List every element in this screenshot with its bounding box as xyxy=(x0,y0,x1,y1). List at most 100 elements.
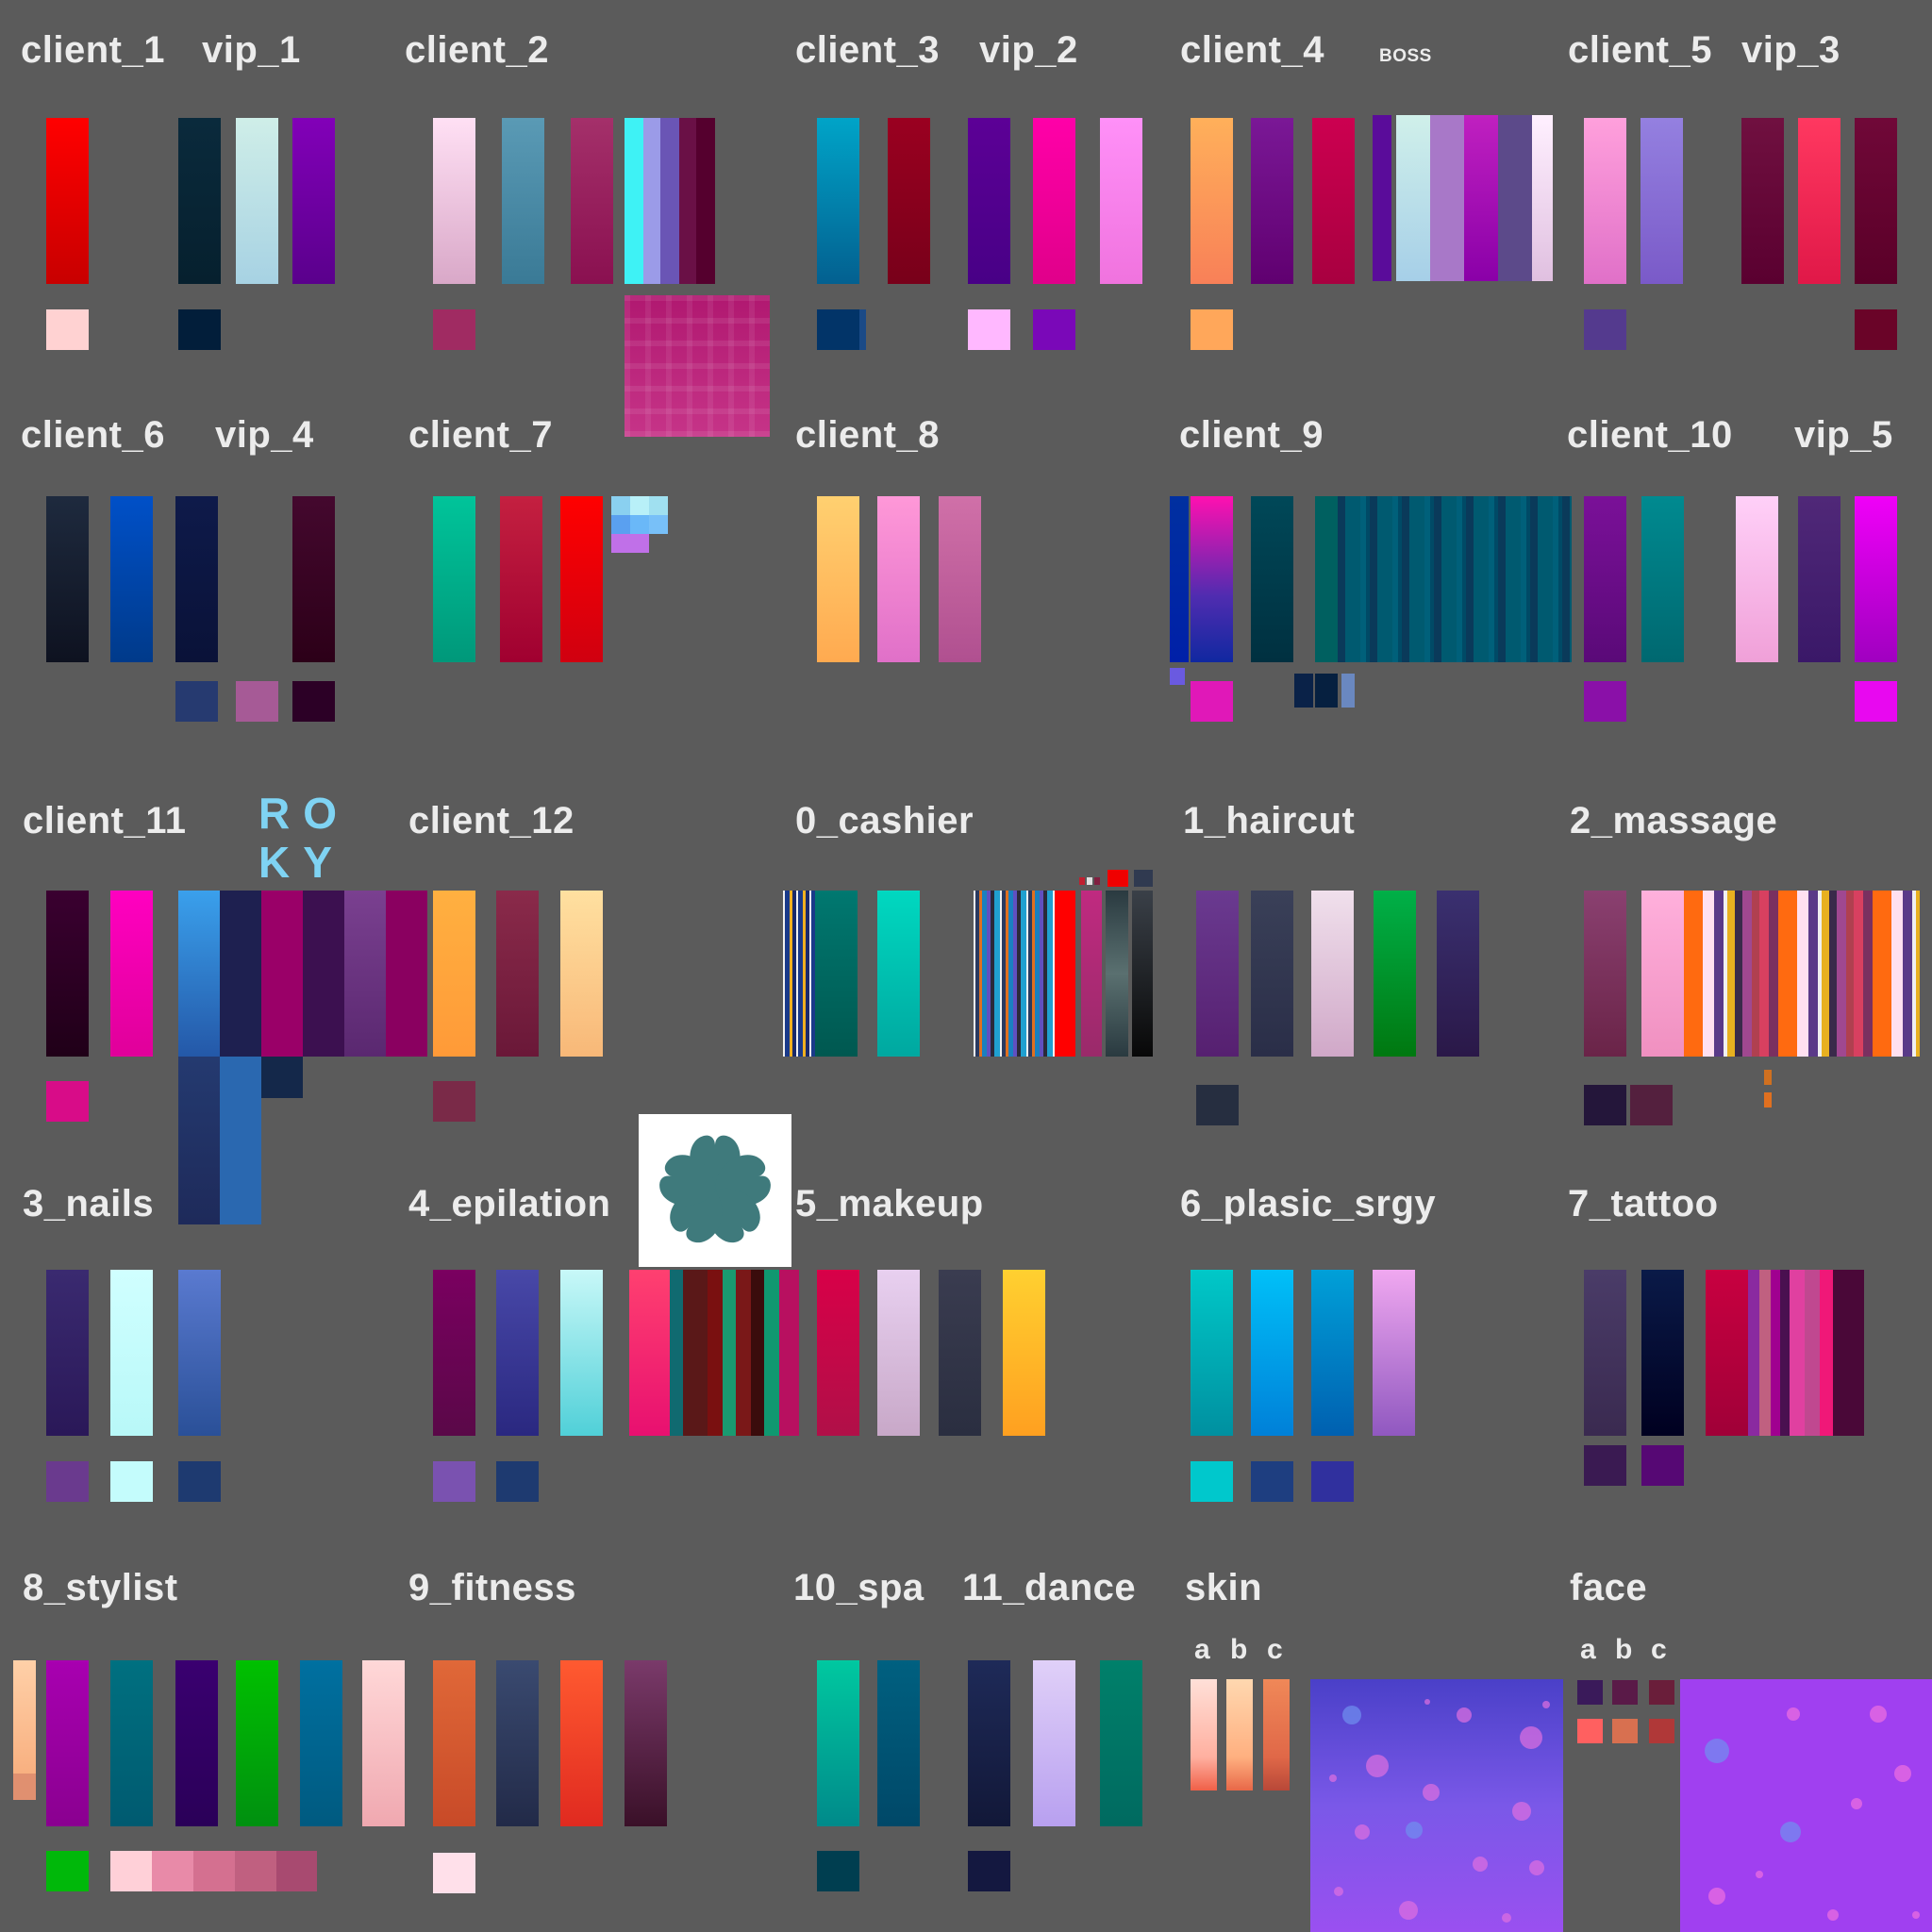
swatch xyxy=(877,891,920,1057)
swatch xyxy=(1251,118,1293,284)
swatch xyxy=(888,118,930,284)
label-client-10: client_10 xyxy=(1567,414,1733,456)
swatch xyxy=(817,496,859,662)
swatch xyxy=(660,118,679,284)
swatch xyxy=(236,118,278,284)
swatch xyxy=(1087,877,1092,885)
swatch xyxy=(1033,1660,1075,1826)
swatch xyxy=(1191,309,1233,350)
swatch xyxy=(13,1774,36,1800)
swatch xyxy=(1437,891,1479,1057)
swatch xyxy=(1532,115,1553,281)
swatch xyxy=(1798,496,1840,662)
label-cashier: 0_cashier xyxy=(795,800,974,841)
swatch xyxy=(303,891,344,1057)
swatch xyxy=(1191,496,1233,662)
swatch xyxy=(433,891,475,1057)
label-dance: 11_dance xyxy=(962,1567,1137,1608)
swatch xyxy=(1294,674,1313,708)
swatch xyxy=(1641,891,1684,1057)
swatch xyxy=(1100,118,1142,284)
swatch xyxy=(1251,891,1293,1057)
striped-texture xyxy=(1684,891,1920,1057)
swatch xyxy=(643,118,660,284)
swatch xyxy=(433,1081,475,1122)
striped-texture xyxy=(670,1270,799,1436)
label-client-4: client_4 xyxy=(1180,29,1324,71)
swatch xyxy=(1033,118,1075,284)
swatch xyxy=(1263,1679,1290,1790)
plaid-texture xyxy=(625,295,770,437)
swatch xyxy=(175,681,218,722)
swatch xyxy=(1855,496,1897,662)
swatch xyxy=(1374,891,1416,1057)
swatch xyxy=(110,1461,153,1502)
swatch xyxy=(679,118,696,284)
label-vip-1: vip_1 xyxy=(202,29,301,71)
swatch xyxy=(193,1851,235,1891)
swatch xyxy=(110,1851,152,1891)
swatch xyxy=(1641,496,1684,662)
swatch xyxy=(560,1270,603,1436)
swatch xyxy=(877,1270,920,1436)
swatch xyxy=(1191,681,1233,722)
swatch xyxy=(877,1660,920,1826)
label-skin-b: b xyxy=(1230,1634,1248,1665)
label-vip-3: vip_3 xyxy=(1741,29,1840,71)
label-client-11: client_11 xyxy=(23,800,187,841)
swatch xyxy=(859,309,866,350)
label-client-8: client_8 xyxy=(795,414,940,456)
label-face-c: c xyxy=(1651,1634,1668,1665)
swatch xyxy=(152,1851,193,1891)
swatch xyxy=(1373,1270,1415,1436)
swatch xyxy=(276,1851,317,1891)
swatch xyxy=(877,496,920,662)
swatch xyxy=(630,496,649,515)
swatch xyxy=(1584,309,1626,350)
swatch xyxy=(939,496,981,662)
label-skin: skin xyxy=(1185,1567,1263,1608)
swatch xyxy=(433,118,475,284)
swatch xyxy=(817,309,859,350)
swatch xyxy=(46,1270,89,1436)
swatch xyxy=(46,309,89,350)
striped-texture xyxy=(1748,1270,1864,1436)
swatch xyxy=(235,1851,276,1891)
label-client-5: client_5 xyxy=(1568,29,1712,71)
swatch xyxy=(968,1660,1010,1826)
swatch xyxy=(178,309,221,350)
swatch xyxy=(13,1660,36,1774)
swatch xyxy=(300,1660,342,1826)
swatch xyxy=(433,496,475,662)
swatch xyxy=(968,309,1010,350)
swatch xyxy=(110,1270,153,1436)
swatch xyxy=(649,515,668,534)
label-face: face xyxy=(1570,1567,1648,1608)
swatch xyxy=(1641,1270,1684,1436)
swatch xyxy=(1396,115,1430,281)
swatch xyxy=(1311,891,1354,1057)
swatch xyxy=(292,118,335,284)
swatch xyxy=(1196,1085,1239,1125)
swatch xyxy=(1311,1461,1354,1502)
swatch xyxy=(1855,681,1897,722)
swatch xyxy=(1649,1680,1674,1705)
swatch xyxy=(1798,118,1840,284)
swatch xyxy=(611,515,630,534)
swatch xyxy=(968,1851,1010,1891)
swatch xyxy=(696,118,715,284)
swatch xyxy=(1649,1719,1674,1743)
swatch xyxy=(625,118,643,284)
swatch xyxy=(815,891,858,1057)
swatch xyxy=(496,891,539,1057)
swatch xyxy=(1630,1085,1673,1125)
swatch xyxy=(1341,674,1355,708)
swatch xyxy=(625,1660,667,1826)
label-client-3: client_3 xyxy=(795,29,940,71)
swatch xyxy=(968,118,1010,284)
clover-logo xyxy=(639,1114,791,1267)
swatch xyxy=(110,1660,153,1826)
swatch xyxy=(46,1461,89,1502)
swatch xyxy=(1855,118,1897,284)
swatch xyxy=(1106,891,1128,1057)
